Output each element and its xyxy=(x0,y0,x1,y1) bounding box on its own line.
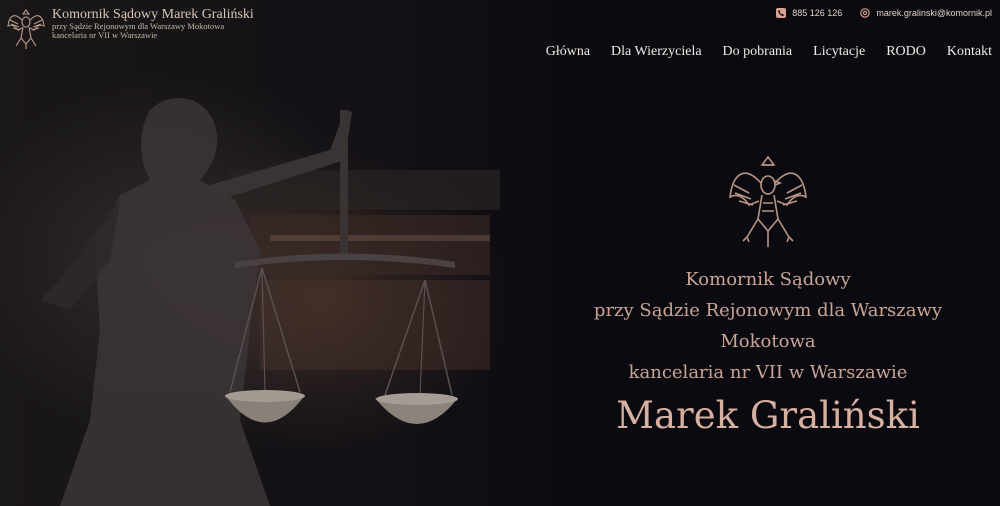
at-icon xyxy=(860,8,871,18)
brand-title: Komornik Sądowy Marek Graliński xyxy=(52,7,254,22)
hero-name: Marek Graliński xyxy=(616,394,920,437)
contact-bar: 885 126 126 marek.gralinski@komornik.pl xyxy=(776,8,992,18)
main-nav: Główna Dla Wierzyciela Do pobrania Licyt… xyxy=(546,44,992,60)
nav-item-dla-wierzyciela[interactable]: Dla Wierzyciela xyxy=(611,44,702,60)
brand[interactable]: Komornik Sądowy Marek Graliński przy Sąd… xyxy=(6,4,254,50)
nav-item-kontakt[interactable]: Kontakt xyxy=(947,44,992,60)
brand-subtitle-line2: kancelaria nr VII w Warszawie xyxy=(52,30,158,40)
nav-item-licytacje[interactable]: Licytacje xyxy=(813,44,865,60)
email-link[interactable]: marek.gralinski@komornik.pl xyxy=(876,8,992,18)
eagle-emblem-icon xyxy=(7,9,45,49)
hero-line-2: przy Sądzie Rejonowym dla Warszawy xyxy=(593,300,943,321)
hero-line-1: Komornik Sądowy xyxy=(685,269,851,290)
hero-line-3: Mokotowa xyxy=(720,331,816,352)
hero-content: Komornik Sądowy przy Sądzie Rejonowym dl… xyxy=(568,155,968,438)
phone-number[interactable]: 885 126 126 xyxy=(792,8,842,18)
nav-item-do-pobrania[interactable]: Do pobrania xyxy=(723,44,793,60)
eagle-emblem-icon xyxy=(729,155,807,247)
phone-icon xyxy=(776,8,787,18)
nav-item-rodo[interactable]: RODO xyxy=(886,44,926,60)
nav-item-glowna[interactable]: Główna xyxy=(546,44,590,60)
hero-line-4: kancelaria nr VII w Warszawie xyxy=(628,362,908,383)
